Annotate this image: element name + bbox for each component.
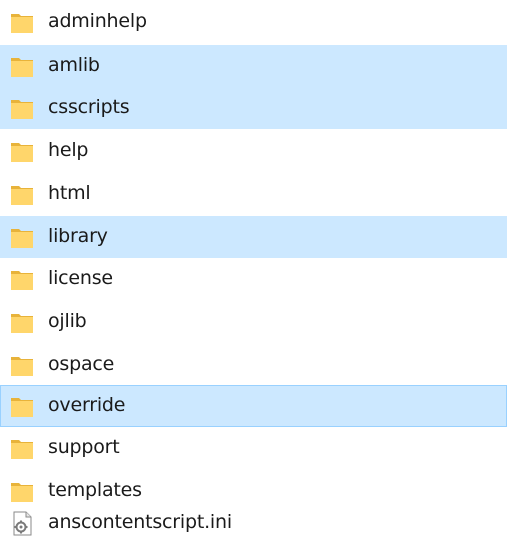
folder-icon — [10, 139, 35, 164]
list-item-label: help — [48, 139, 89, 161]
folder-icon — [10, 310, 35, 335]
list-item-label: license — [48, 267, 113, 289]
list-item-adminhelp[interactable]: adminhelp — [0, 1, 507, 43]
list-item-label: override — [48, 394, 126, 416]
folder-icon — [10, 353, 35, 378]
list-item-override[interactable]: override — [0, 385, 507, 427]
list-item-label: csscripts — [48, 96, 130, 118]
list-item-label: amlib — [48, 54, 100, 76]
folder-icon — [10, 436, 35, 461]
list-item-csscripts[interactable]: csscripts — [0, 87, 507, 129]
list-item-ospace[interactable]: ospace — [0, 344, 507, 386]
list-item-label: library — [48, 225, 108, 247]
list-item-amlib[interactable]: amlib — [0, 45, 507, 87]
list-item-label: html — [48, 182, 91, 204]
folder-icon — [10, 182, 35, 207]
list-item-label: anscontentscript.ini — [48, 511, 232, 533]
list-item-label: adminhelp — [48, 10, 147, 32]
folder-icon — [10, 96, 35, 121]
file-list: adminhelp amlib csscripts help html libr… — [0, 0, 507, 544]
list-item-ojlib[interactable]: ojlib — [0, 301, 507, 343]
folder-icon — [10, 267, 35, 292]
folder-icon — [10, 54, 35, 79]
list-item-library[interactable]: library — [0, 216, 507, 258]
folder-icon — [10, 225, 35, 250]
list-item-label: ojlib — [48, 310, 87, 332]
list-item-label: templates — [48, 479, 142, 501]
list-item-anscontentscript-ini[interactable]: anscontentscript.ini — [0, 502, 507, 544]
list-item-support[interactable]: support — [0, 427, 507, 469]
folder-icon — [10, 10, 35, 35]
list-item-html[interactable]: html — [0, 173, 507, 215]
list-item-license[interactable]: license — [0, 258, 507, 300]
folder-icon — [10, 479, 35, 504]
settings-file-icon — [10, 511, 35, 536]
folder-icon — [10, 394, 35, 419]
list-item-label: ospace — [48, 353, 115, 375]
list-item-help[interactable]: help — [0, 130, 507, 172]
list-item-label: support — [48, 436, 120, 458]
